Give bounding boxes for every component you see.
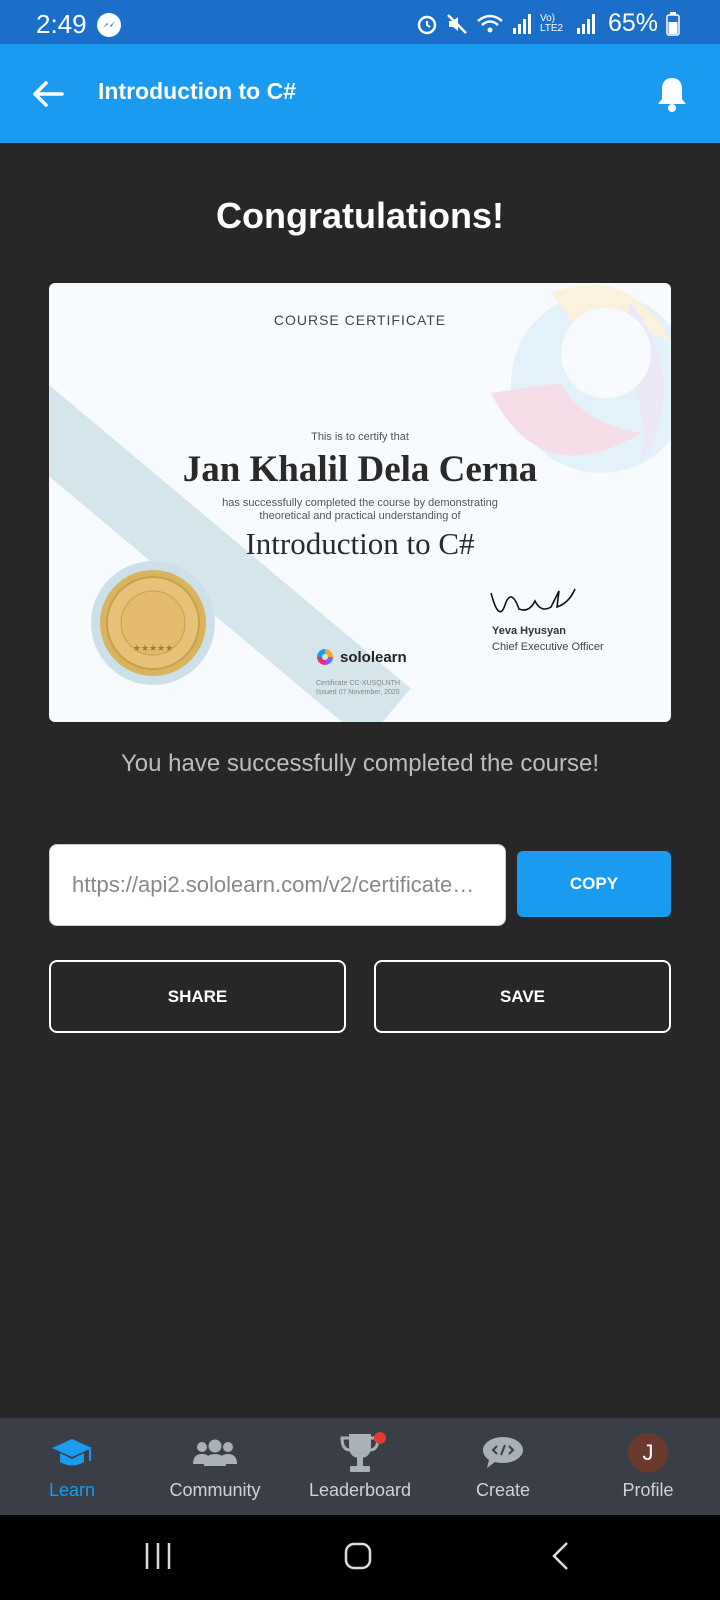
- success-message: You have successfully completed the cour…: [120, 750, 600, 777]
- course-name: Introduction to C#: [245, 526, 475, 561]
- alarm-icon: [417, 15, 437, 34]
- signature-icon: [490, 588, 576, 613]
- nav-label-learn: Learn: [48, 1480, 96, 1500]
- share-button[interactable]: SHARE: [49, 960, 346, 1033]
- status-icons: Vo) LTE2 65%: [416, 9, 680, 38]
- bottom-nav: Learn Community Leaderboard Create J Pro…: [0, 1418, 720, 1515]
- wifi-icon: [477, 14, 503, 32]
- home-icon[interactable]: [343, 1541, 373, 1571]
- graduation-cap-icon: [50, 1432, 94, 1474]
- nav-item-community[interactable]: Community: [143, 1418, 287, 1515]
- app-bar: Introduction to C#: [0, 44, 720, 143]
- nav-item-learn[interactable]: Learn: [0, 1418, 144, 1515]
- status-bar: 2:49 Vo) LTE2 65%: [0, 0, 720, 44]
- sololearn-logo-icon: [317, 649, 333, 665]
- system-nav-bar: [0, 1515, 720, 1600]
- certificate-url-field[interactable]: https://api2.sololearn.com/v2/certificat…: [49, 844, 506, 926]
- certificate-card: COURSE CERTIFICATE This is to certify th…: [49, 283, 671, 722]
- avatar: J: [628, 1433, 668, 1473]
- signal-icon-2: [576, 13, 595, 34]
- people-icon: [192, 1432, 238, 1474]
- brand-name: sololearn: [340, 648, 407, 666]
- recipient-name: Jan Khalil Dela Cerna: [182, 449, 538, 490]
- signal-icon: [512, 13, 531, 34]
- status-time: 2:49: [36, 9, 87, 39]
- certificate-description: has successfully completed the course by…: [222, 497, 498, 522]
- page-title: Introduction to C#: [98, 78, 297, 104]
- save-button[interactable]: SAVE: [374, 960, 671, 1033]
- certify-line: This is to certify that: [311, 431, 409, 443]
- congratulations-heading: Congratulations!: [216, 195, 504, 236]
- copy-button[interactable]: COPY: [517, 851, 671, 917]
- mute-icon: [447, 13, 467, 34]
- nav-label-community: Community: [169, 1480, 261, 1500]
- certificate-url: https://api2.sololearn.com/v2/certificat…: [72, 872, 483, 897]
- issued-date: Issued 07 November, 2020: [316, 689, 400, 696]
- certificate-header: COURSE CERTIFICATE: [273, 312, 447, 328]
- back-icon[interactable]: [549, 1541, 573, 1571]
- signer-title: Chief Executive Officer: [492, 641, 604, 653]
- nav-label-leaderboard: Leaderboard: [308, 1480, 412, 1500]
- nav-label-create: Create: [475, 1480, 531, 1500]
- bell-icon[interactable]: [654, 74, 690, 114]
- recent-apps-icon[interactable]: [143, 1541, 173, 1571]
- battery-percent: 65%: [607, 9, 658, 37]
- nav-label-profile: Profile: [622, 1480, 674, 1500]
- nav-item-create[interactable]: Create: [431, 1418, 575, 1515]
- code-bubble-icon: [481, 1432, 525, 1474]
- signer-name: Yeva Hyusyan: [492, 625, 566, 637]
- battery-icon: [666, 11, 680, 36]
- messenger-icon: [97, 13, 121, 37]
- svg-text:★★★★★: ★★★★★: [133, 643, 173, 653]
- back-arrow-icon[interactable]: [28, 74, 68, 114]
- nav-item-profile[interactable]: J Profile: [576, 1418, 720, 1515]
- network-label: Vo) LTE2: [539, 12, 564, 34]
- nav-item-leaderboard[interactable]: Leaderboard: [288, 1418, 432, 1515]
- sololearn-brand: sololearn: [316, 648, 407, 666]
- certificate-id: Certificate CC-XUSQLNTH Issued 07 Novemb…: [316, 679, 400, 697]
- course-completed-seal-icon: ★★★★★: [100, 570, 206, 676]
- notification-dot: [374, 1432, 386, 1444]
- certificate-number: Certificate CC-XUSQLNTH: [316, 680, 401, 687]
- profile-icon-wrap: J: [628, 1432, 668, 1474]
